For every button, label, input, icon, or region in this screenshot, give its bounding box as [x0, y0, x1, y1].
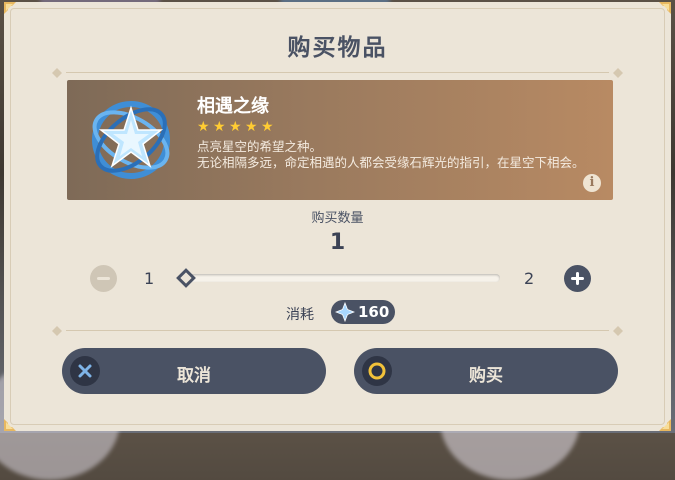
corner-ornament [2, 0, 24, 22]
purchase-dialog: 购买物品 相遇之缘 ★ ★ ★ ★ ★ 点亮星空的希望之种。 无论相隔多远，命定… [4, 2, 671, 431]
plus-icon [571, 272, 584, 285]
cost-badge: 160 [331, 300, 395, 324]
quantity-max: 2 [524, 269, 535, 288]
quantity-label: 购买数量 [311, 211, 364, 226]
star-icon: ★ [261, 119, 274, 135]
increase-quantity-button[interactable] [564, 265, 591, 292]
minus-icon [97, 277, 110, 280]
purchase-button-label: 购买 [469, 366, 503, 386]
cost-amount: 160 [358, 303, 390, 321]
star-icon: ★ [213, 119, 226, 135]
item-name: 相遇之缘 [197, 96, 269, 117]
corner-ornament [651, 411, 673, 433]
corner-ornament [651, 0, 673, 22]
corner-ornament [2, 411, 24, 433]
item-card: 相遇之缘 ★ ★ ★ ★ ★ 点亮星空的希望之种。 无论相隔多远，命定相遇的人都… [67, 80, 613, 200]
info-icon[interactable]: i [583, 174, 601, 192]
quantity-value: 1 [329, 230, 346, 255]
rarity-stars: ★ ★ ★ ★ ★ [197, 120, 275, 134]
cancel-button-label: 取消 [177, 366, 211, 386]
divider [52, 325, 623, 337]
quantity-slider[interactable] [182, 274, 500, 282]
star-icon: ★ [197, 119, 210, 135]
cancel-button[interactable]: 取消 [62, 348, 326, 394]
item-description: 点亮星空的希望之种。 无论相隔多远，命定相遇的人都会受缘石辉光的指引，在星空下相… [197, 139, 587, 171]
slider-thumb[interactable] [174, 266, 198, 290]
purchase-button[interactable]: 购买 [354, 348, 618, 394]
divider [52, 67, 623, 79]
star-icon: ★ [229, 119, 242, 135]
starglitter-icon [335, 302, 355, 322]
item-description-line-1: 点亮星空的希望之种。 [197, 139, 323, 154]
quantity-min: 1 [144, 269, 155, 288]
item-description-line-2: 无论相隔多远，命定相遇的人都会受缘石辉光的指引，在星空下相会。 [197, 155, 585, 170]
decrease-quantity-button[interactable] [90, 265, 117, 292]
dialog-title: 购买物品 [287, 35, 388, 61]
cost-label: 消耗 [286, 307, 314, 323]
star-icon: ★ [245, 119, 258, 135]
intertwined-fate-icon [81, 90, 181, 190]
